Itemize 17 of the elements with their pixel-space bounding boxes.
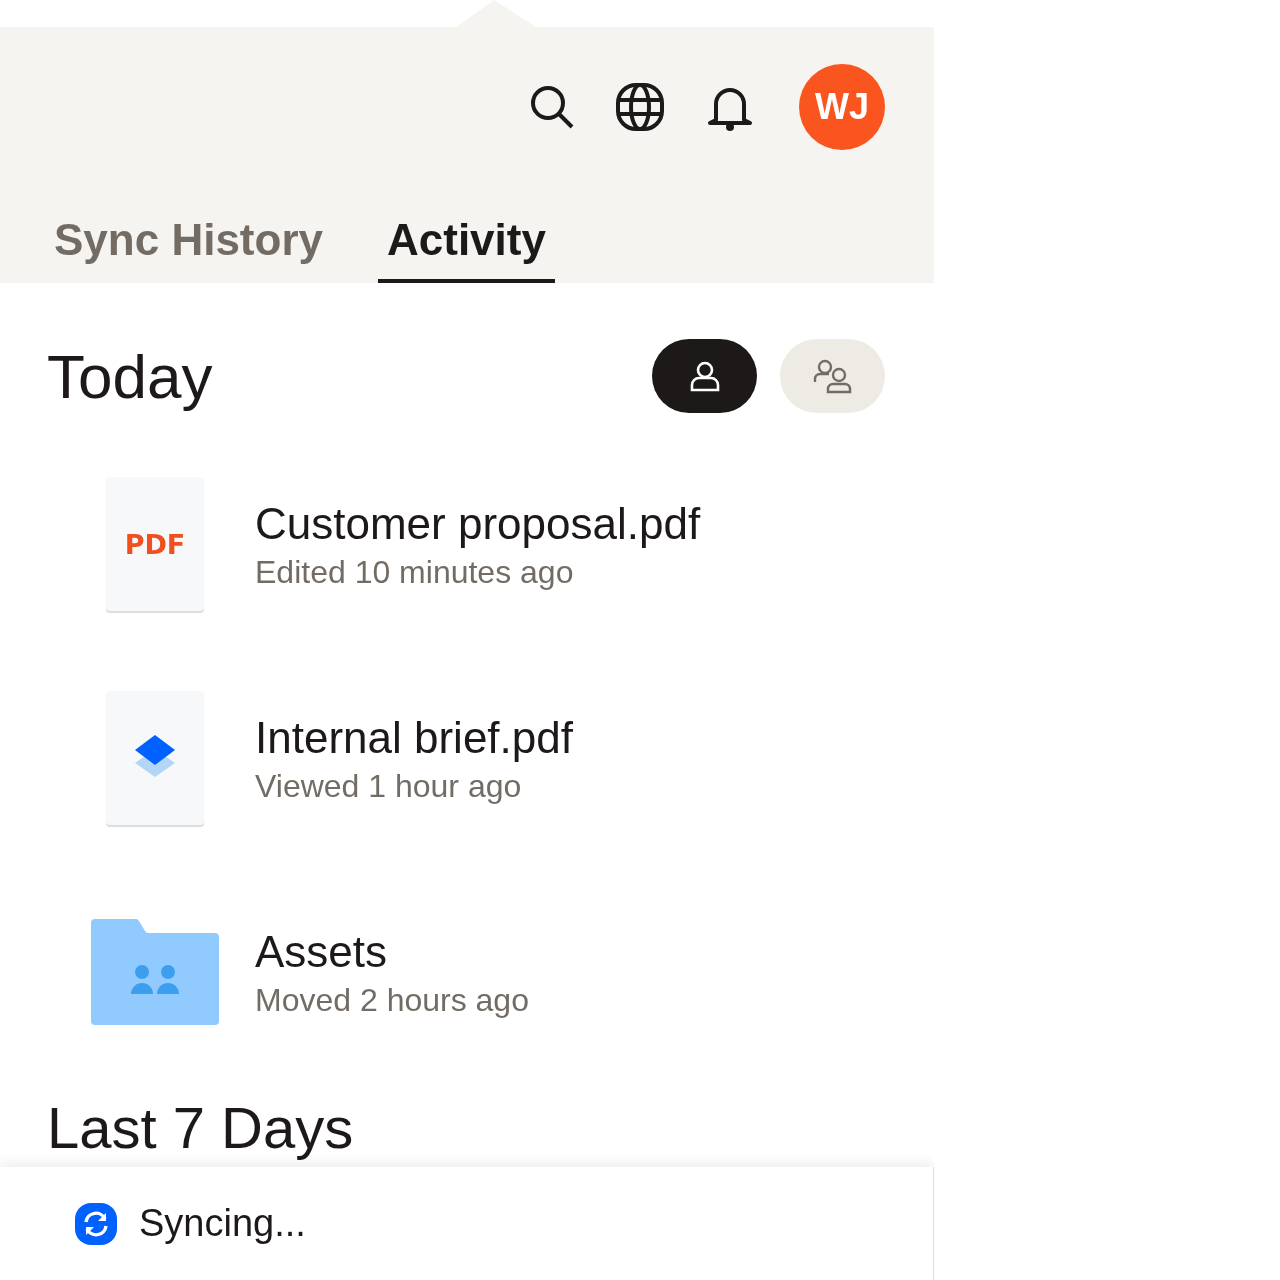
- activity-detail: Edited 10 minutes ago: [255, 553, 575, 591]
- file-name[interactable]: Assets: [255, 925, 529, 978]
- tab[interactable]: Activity: [378, 215, 555, 283]
- tab[interactable]: Sync History: [54, 215, 323, 283]
- search-button[interactable]: [529, 84, 575, 130]
- file-type-label: PDF: [124, 528, 186, 560]
- shared-folder-icon: [91, 919, 219, 1025]
- section-title: Last 7 Days: [47, 1095, 355, 1161]
- file-name[interactable]: Customer proposal.pdf: [255, 497, 701, 550]
- globe-button[interactable]: [615, 82, 665, 132]
- activity-detail: Moved 2 hours ago: [255, 981, 529, 1019]
- sync-icon: [75, 1202, 117, 1245]
- people-icon: [811, 358, 854, 394]
- activity-detail: Viewed 1 hour ago: [255, 767, 523, 805]
- section-title: Today: [47, 340, 213, 412]
- status-text: Syncing...: [139, 1202, 306, 1245]
- file-name[interactable]: Internal brief.pdf: [255, 711, 573, 764]
